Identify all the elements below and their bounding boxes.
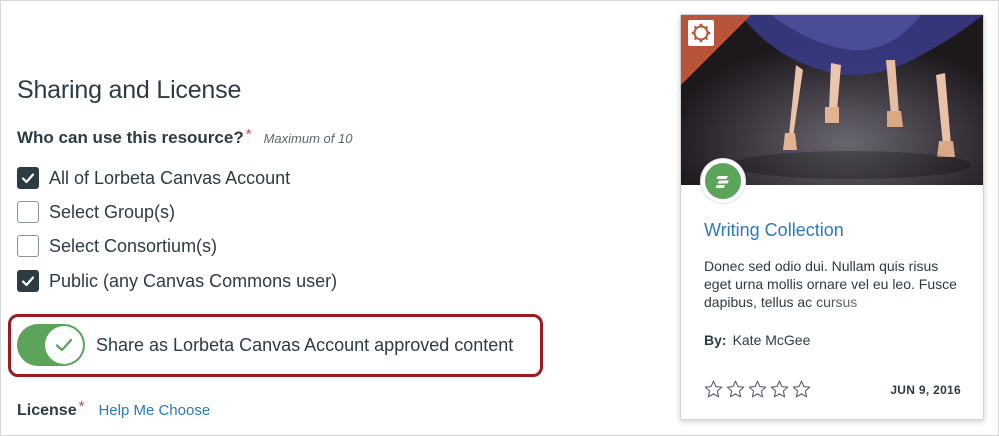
checkbox-unchecked-icon[interactable] [17, 201, 39, 223]
option-label: Select Consortium(s) [49, 235, 218, 256]
star-empty-icon[interactable] [791, 379, 812, 400]
star-empty-icon[interactable] [703, 379, 724, 400]
license-row: License * Help Me Choose [17, 398, 210, 420]
card-date: JUN 9, 2016 [890, 383, 961, 397]
star-empty-icon[interactable] [769, 379, 790, 400]
card-title-link[interactable]: Writing Collection [704, 220, 844, 241]
option-label: Public (any Canvas Commons user) [49, 270, 338, 291]
toggle-check-icon [45, 326, 83, 364]
checkbox-checked-icon[interactable] [17, 167, 39, 189]
option-label: Select Group(s) [49, 201, 176, 222]
required-asterisk: * [78, 398, 85, 415]
help-me-choose-link[interactable]: Help Me Choose [98, 402, 210, 419]
section-title: Sharing and License [17, 76, 242, 104]
by-label: By: [704, 332, 727, 348]
star-empty-icon[interactable] [747, 379, 768, 400]
star-empty-icon[interactable] [725, 379, 746, 400]
resource-preview-card[interactable]: Writing Collection Donec sed odio dui. N… [680, 14, 984, 420]
share-approved-highlight: Share as Lorbeta Canvas Account approved… [8, 314, 543, 377]
license-label: License [17, 402, 77, 419]
card-author: By: Kate McGee [704, 332, 810, 348]
share-approved-label: Share as Lorbeta Canvas Account approved… [96, 335, 514, 355]
option-label: All of Lorbeta Canvas Account [49, 167, 291, 188]
author-name: Kate McGee [732, 332, 811, 348]
maximum-note: Maximum of 10 [263, 131, 353, 146]
checkbox-unchecked-icon[interactable] [17, 235, 39, 257]
share-approved-toggle[interactable] [17, 324, 85, 366]
who-can-use-row: Who can use this resource? * Maximum of … [17, 126, 353, 148]
required-asterisk: * [245, 126, 252, 143]
option-select-groups[interactable]: Select Group(s) [17, 201, 175, 223]
canvas-logo-icon [688, 20, 714, 46]
description-fade [704, 293, 966, 311]
rating-stars[interactable] [703, 379, 812, 400]
checkbox-checked-icon[interactable] [17, 270, 39, 292]
document-icon [701, 159, 745, 203]
who-can-use-label: Who can use this resource? [17, 128, 244, 147]
option-all-account[interactable]: All of Lorbeta Canvas Account [17, 167, 290, 189]
option-select-consortiums[interactable]: Select Consortium(s) [17, 235, 217, 257]
option-public[interactable]: Public (any Canvas Commons user) [17, 270, 337, 292]
